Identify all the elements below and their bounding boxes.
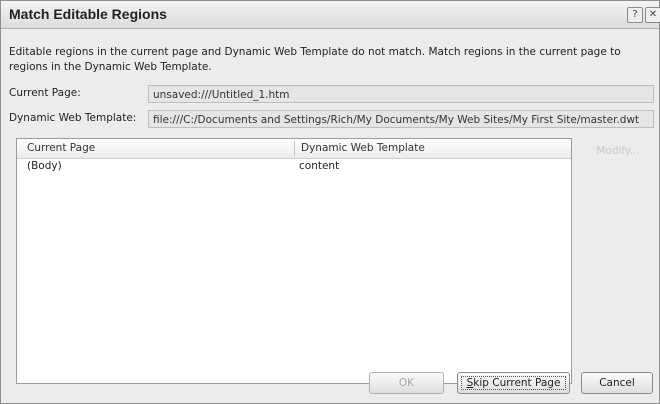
row-dwt-cell: content (299, 160, 340, 172)
list-header: Current Page Dynamic Web Template (17, 139, 571, 159)
cancel-button[interactable]: Cancel (581, 372, 653, 394)
table-row[interactable]: (Body) content (17, 159, 571, 176)
column-divider[interactable] (294, 141, 295, 156)
column-header-dynamic-web-template[interactable]: Dynamic Web Template (301, 142, 425, 154)
current-page-label: Current Page: (9, 87, 81, 99)
focus-indicator (461, 376, 566, 390)
title-bar: Match Editable Regions ? ✕ (1, 1, 660, 29)
dynamic-web-template-label: Dynamic Web Template: (9, 112, 137, 124)
skip-current-page-button[interactable]: Skip Current Page (457, 372, 570, 394)
row-current-page-cell: (Body) (27, 160, 62, 172)
modify-button[interactable]: Modify... (588, 141, 648, 161)
help-icon[interactable]: ? (627, 7, 643, 23)
regions-list[interactable]: Current Page Dynamic Web Template (Body)… (16, 138, 572, 384)
column-header-current-page[interactable]: Current Page (27, 142, 95, 154)
match-editable-regions-dialog: Match Editable Regions ? ✕ Editable regi… (0, 0, 660, 404)
description-text: Editable regions in the current page and… (9, 46, 621, 73)
ok-button[interactable]: OK (369, 372, 444, 394)
dialog-title: Match Editable Regions (9, 6, 167, 22)
close-icon[interactable]: ✕ (645, 7, 660, 23)
dynamic-web-template-field: file:///C:/Documents and Settings/Rich/M… (148, 110, 654, 128)
current-page-field: unsaved:///Untitled_1.htm (148, 85, 654, 103)
